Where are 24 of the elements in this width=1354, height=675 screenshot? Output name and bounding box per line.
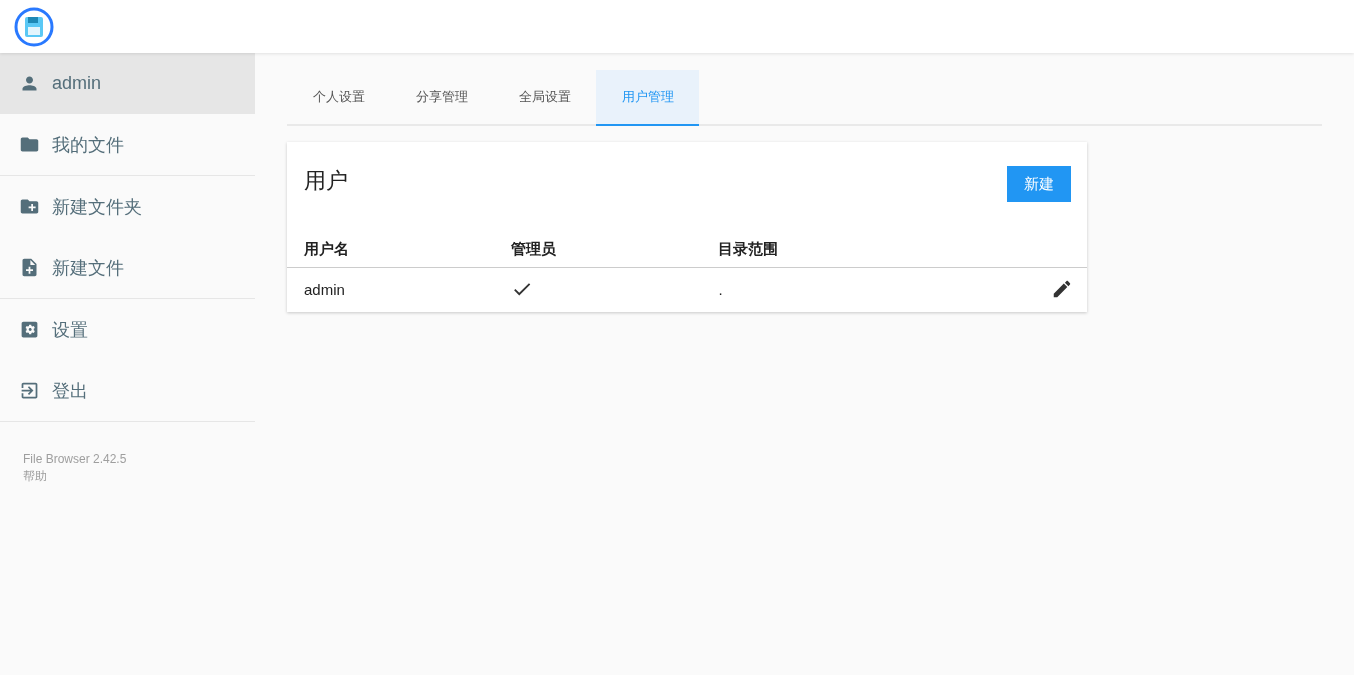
- new-button[interactable]: 新建: [1007, 166, 1071, 202]
- tab[interactable]: 全局设置: [493, 70, 596, 126]
- help-link[interactable]: 帮助: [23, 468, 255, 485]
- tab[interactable]: 分享管理: [390, 70, 493, 126]
- sidebar-item[interactable]: admin: [0, 53, 255, 114]
- floppy-disk-logo: [14, 6, 54, 47]
- logout-icon: [19, 380, 40, 401]
- column-header: 管理员: [511, 240, 557, 257]
- version-text: File Browser 2.42.5: [23, 452, 128, 466]
- file-plus-icon: [19, 257, 40, 278]
- column-header: 用户名: [304, 240, 349, 257]
- table-cell: admin: [304, 280, 345, 298]
- column-header: 目录范围: [718, 240, 779, 257]
- tab[interactable]: 个人设置: [287, 70, 390, 126]
- tab[interactable]: 用户管理: [596, 70, 699, 126]
- sidebar-item[interactable]: 新建文件夹: [0, 176, 255, 237]
- sidebar-item[interactable]: 登出: [0, 360, 255, 421]
- sidebar-item[interactable]: 新建文件: [0, 237, 255, 298]
- settings-icon: [19, 319, 40, 340]
- sidebar-item[interactable]: 设置: [0, 299, 255, 360]
- edit-icon[interactable]: [1051, 278, 1073, 300]
- table-cell: .: [718, 280, 723, 298]
- card-title: 用户: [304, 167, 348, 195]
- sidebar-item[interactable]: 我的文件: [0, 114, 255, 175]
